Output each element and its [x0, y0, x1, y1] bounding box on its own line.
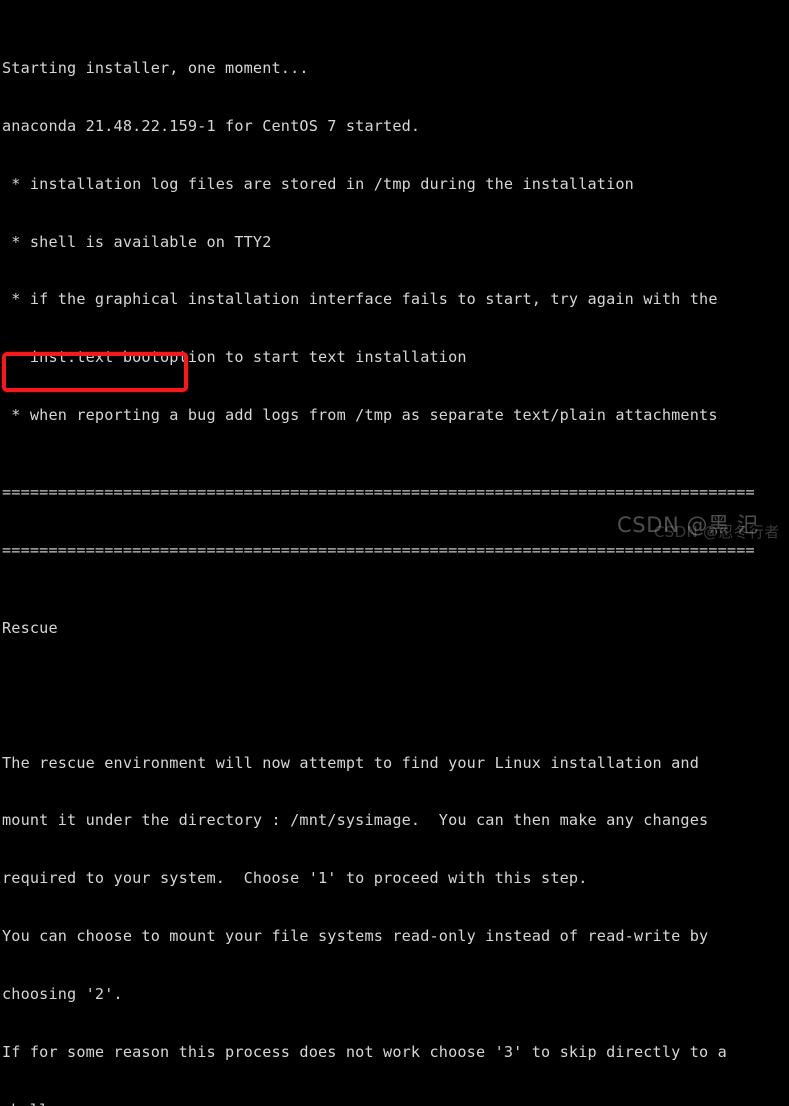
separator-line-bottom: ========================================… — [2, 541, 755, 560]
spacer-after-title — [2, 676, 789, 695]
boot-log-line-starting: Starting installer, one moment... — [2, 58, 309, 77]
boot-log-bullet-graphical-fallback: * if the graphical installation interfac… — [2, 290, 718, 309]
boot-log-bullet-graphical-fallback-cont: inst.text bootoption to start text insta… — [2, 348, 467, 367]
description-line-4: You can choose to mount your file system… — [2, 927, 709, 946]
boot-log-bullet-shell-tty2: * shell is available on TTY2 — [2, 232, 272, 251]
screen-title: Rescue — [2, 618, 58, 637]
description-line-6: If for some reason this process does not… — [2, 1043, 727, 1062]
boot-log-line-anaconda-version: anaconda 21.48.22.159-1 for CentOS 7 sta… — [2, 116, 421, 135]
boot-log-bullet-bug-report: * when reporting a bug add logs from /tm… — [2, 406, 718, 425]
description-line-7: shell. — [2, 1101, 789, 1106]
terminal-screen[interactable]: Starting installer, one moment... anacon… — [0, 0, 789, 1106]
description-line-2: mount it under the directory : /mnt/sysi… — [2, 811, 709, 830]
description-line-3: required to your system. Choose '1' to p… — [2, 869, 588, 888]
separator-line-top: ========================================… — [2, 483, 755, 502]
description-line-5: choosing '2'. — [2, 985, 123, 1004]
boot-log-bullet-install-log: * installation log files are stored in /… — [2, 174, 634, 193]
description-line-1: The rescue environment will now attempt … — [2, 753, 700, 772]
